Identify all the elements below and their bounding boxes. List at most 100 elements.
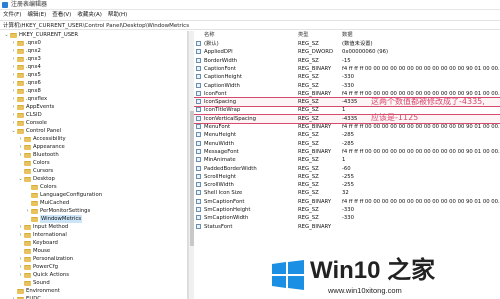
address-bar[interactable]: 计算机\HKEY_CURRENT_USER\Control Panel\Desk… <box>0 20 500 30</box>
chevron-right-icon[interactable]: › <box>18 263 23 271</box>
value-row[interactable]: StatusFont REG_BINARY <box>194 223 500 231</box>
tree-item[interactable]: › Input Method <box>18 223 69 231</box>
tree-item[interactable]: › AppEvents <box>11 103 55 111</box>
menu-favorites[interactable]: 收藏夹(A) <box>74 10 105 20</box>
chevron-right-icon[interactable]: › <box>11 119 16 127</box>
value-row[interactable]: SmCaptionFont REG_BINARY f4 ff ff ff 00 00… <box>194 198 500 206</box>
tree-item[interactable]: › International <box>18 231 67 239</box>
chevron-right-icon[interactable]: › <box>11 103 16 111</box>
tree-item[interactable]: › Accessibility <box>18 135 66 143</box>
tree-item[interactable]: › .qnx6 <box>11 79 41 87</box>
chevron-right-icon[interactable]: › <box>18 135 23 143</box>
chevron-right-icon[interactable]: › <box>18 231 23 239</box>
value-row[interactable]: MenuWidth REG_SZ -285 <box>194 140 500 148</box>
value-row[interactable]: CaptionFont REG_BINARY f4 ff ff ff 00 00 0… <box>194 65 500 73</box>
menu-view[interactable]: 查看(V) <box>49 10 74 20</box>
tree-item[interactable]: › Personalization <box>18 255 74 263</box>
tree-item[interactable]: › Bluetooth <box>18 151 59 159</box>
tree-item[interactable]: ⌄ Control Panel <box>11 127 61 135</box>
value-row[interactable]: Shell Icon Size REG_SZ 32 <box>194 189 500 197</box>
chevron-right-icon[interactable]: › <box>18 143 23 151</box>
chevron-right-icon[interactable]: › <box>11 95 16 103</box>
chevron-right-icon[interactable]: › <box>11 55 16 63</box>
column-header-type[interactable]: 类型 <box>298 31 309 39</box>
tree-item[interactable]: › .qnx8 <box>11 87 41 95</box>
value-data: -330 <box>342 82 355 89</box>
tree-item[interactable]: MuiCached <box>25 199 69 207</box>
watermark-brand: Win10 之家 <box>310 257 436 284</box>
tree-item[interactable]: › .qnx3 <box>11 55 41 63</box>
value-row[interactable]: SmCaptionWidth REG_SZ -330 <box>194 214 500 222</box>
tree-item[interactable]: LanguageConfiguration <box>25 191 102 199</box>
tree-item[interactable]: › .qnx0 <box>11 39 41 47</box>
tree-item[interactable]: Sound <box>18 279 50 287</box>
value-row[interactable]: IconVerticalSpacing REG_SZ -4335 <box>194 113 500 124</box>
value-data: -255 <box>342 182 355 189</box>
chevron-right-icon[interactable]: › <box>11 47 16 55</box>
chevron-right-icon[interactable]: › <box>18 151 23 159</box>
string-value-icon <box>196 99 201 105</box>
chevron-right-icon[interactable]: › <box>18 271 23 279</box>
chevron-right-icon[interactable]: › <box>11 295 16 299</box>
folder-icon <box>17 40 24 46</box>
column-header-name[interactable]: 名称 <box>204 31 215 39</box>
menu-edit[interactable]: 编辑(E) <box>24 10 49 20</box>
tree-item[interactable]: ⌄ HKEY_CURRENT_USER <box>4 31 78 39</box>
chevron-right-icon[interactable]: › <box>25 207 30 215</box>
chevron-right-icon[interactable]: › <box>11 79 16 87</box>
tree-item[interactable]: Mouse <box>18 247 50 255</box>
folder-icon <box>24 152 31 158</box>
tree-item[interactable]: › .qnx4 <box>11 63 41 71</box>
tree-item[interactable]: › .qnxflex <box>11 95 48 103</box>
value-row[interactable]: MessageFont REG_BINARY f4 ff ff ff 00 00 0… <box>194 148 500 156</box>
value-row[interactable]: CaptionWidth REG_SZ -330 <box>194 82 500 90</box>
value-row[interactable]: MenuFont REG_BINARY f4 ff ff ff 00 00 00 0… <box>194 123 500 131</box>
value-row[interactable]: AppliedDPI REG_DWORD 0x00000060 (96) <box>194 48 500 56</box>
chevron-right-icon[interactable]: › <box>18 255 23 263</box>
column-header-data[interactable]: 数据 <box>342 31 353 39</box>
tree-item[interactable]: WindowMetrics <box>25 215 83 223</box>
tree-item-label: Control Panel <box>26 128 62 134</box>
chevron-right-icon[interactable]: › <box>11 71 16 79</box>
value-row[interactable]: (默认) REG_SZ (数值未设置) <box>194 40 500 48</box>
chevron-right-icon[interactable]: › <box>11 87 16 95</box>
tree-item[interactable]: Colors <box>25 183 57 191</box>
chevron-down-icon[interactable]: ⌄ <box>11 127 16 135</box>
tree-item[interactable]: › PerMonitorSettings <box>25 207 91 215</box>
tree-item[interactable]: › PowerCfg <box>18 263 58 271</box>
value-row[interactable]: MinAnimate REG_SZ 1 <box>194 156 500 164</box>
folder-icon <box>17 128 24 134</box>
tree-item[interactable]: › .qnx5 <box>11 71 41 79</box>
tree-item-label: .qnx8 <box>26 88 41 94</box>
tree-item[interactable]: › Appearance <box>18 143 65 151</box>
value-data: -60 <box>342 165 351 172</box>
string-value-icon <box>196 74 201 80</box>
tree-item[interactable]: Keyboard <box>18 239 58 247</box>
chevron-down-icon[interactable]: ⌄ <box>18 175 23 183</box>
menu-help[interactable]: 帮助(H) <box>105 10 130 20</box>
value-row[interactable]: SmCaptionHeight REG_SZ -330 <box>194 206 500 214</box>
tree-item[interactable]: › Quick Actions <box>18 271 70 279</box>
value-row[interactable]: PaddedBorderWidth REG_SZ -60 <box>194 165 500 173</box>
tree-item[interactable]: › .qnx2 <box>11 47 41 55</box>
string-value-icon <box>196 132 201 138</box>
tree-item[interactable]: Cursors <box>18 167 53 175</box>
chevron-down-icon[interactable]: ⌄ <box>4 31 9 39</box>
value-row[interactable]: MenuHeight REG_SZ -285 <box>194 131 500 139</box>
value-row[interactable]: ScrollWidth REG_SZ -255 <box>194 181 500 189</box>
value-row[interactable]: BorderWidth REG_SZ -15 <box>194 57 500 65</box>
chevron-right-icon[interactable]: › <box>18 223 23 231</box>
menu-file[interactable]: 文件(F) <box>0 10 24 20</box>
tree-item[interactable]: › EUDC <box>11 295 41 299</box>
tree-item[interactable]: Environment <box>11 287 60 295</box>
tree-item[interactable]: Colors <box>18 159 50 167</box>
tree-item[interactable]: ⌄ Desktop <box>18 175 54 183</box>
chevron-right-icon[interactable]: › <box>11 39 16 47</box>
chevron-right-icon[interactable]: › <box>11 63 16 71</box>
chevron-right-icon[interactable]: › <box>11 111 16 119</box>
value-row[interactable]: IconTitleWrap REG_SZ 1 <box>194 106 500 114</box>
value-row[interactable]: CaptionHeight REG_SZ -330 <box>194 73 500 81</box>
tree-item[interactable]: › CLSID <box>11 111 42 119</box>
tree-item[interactable]: › Console <box>11 119 48 127</box>
value-row[interactable]: ScrollHeight REG_SZ -255 <box>194 173 500 181</box>
